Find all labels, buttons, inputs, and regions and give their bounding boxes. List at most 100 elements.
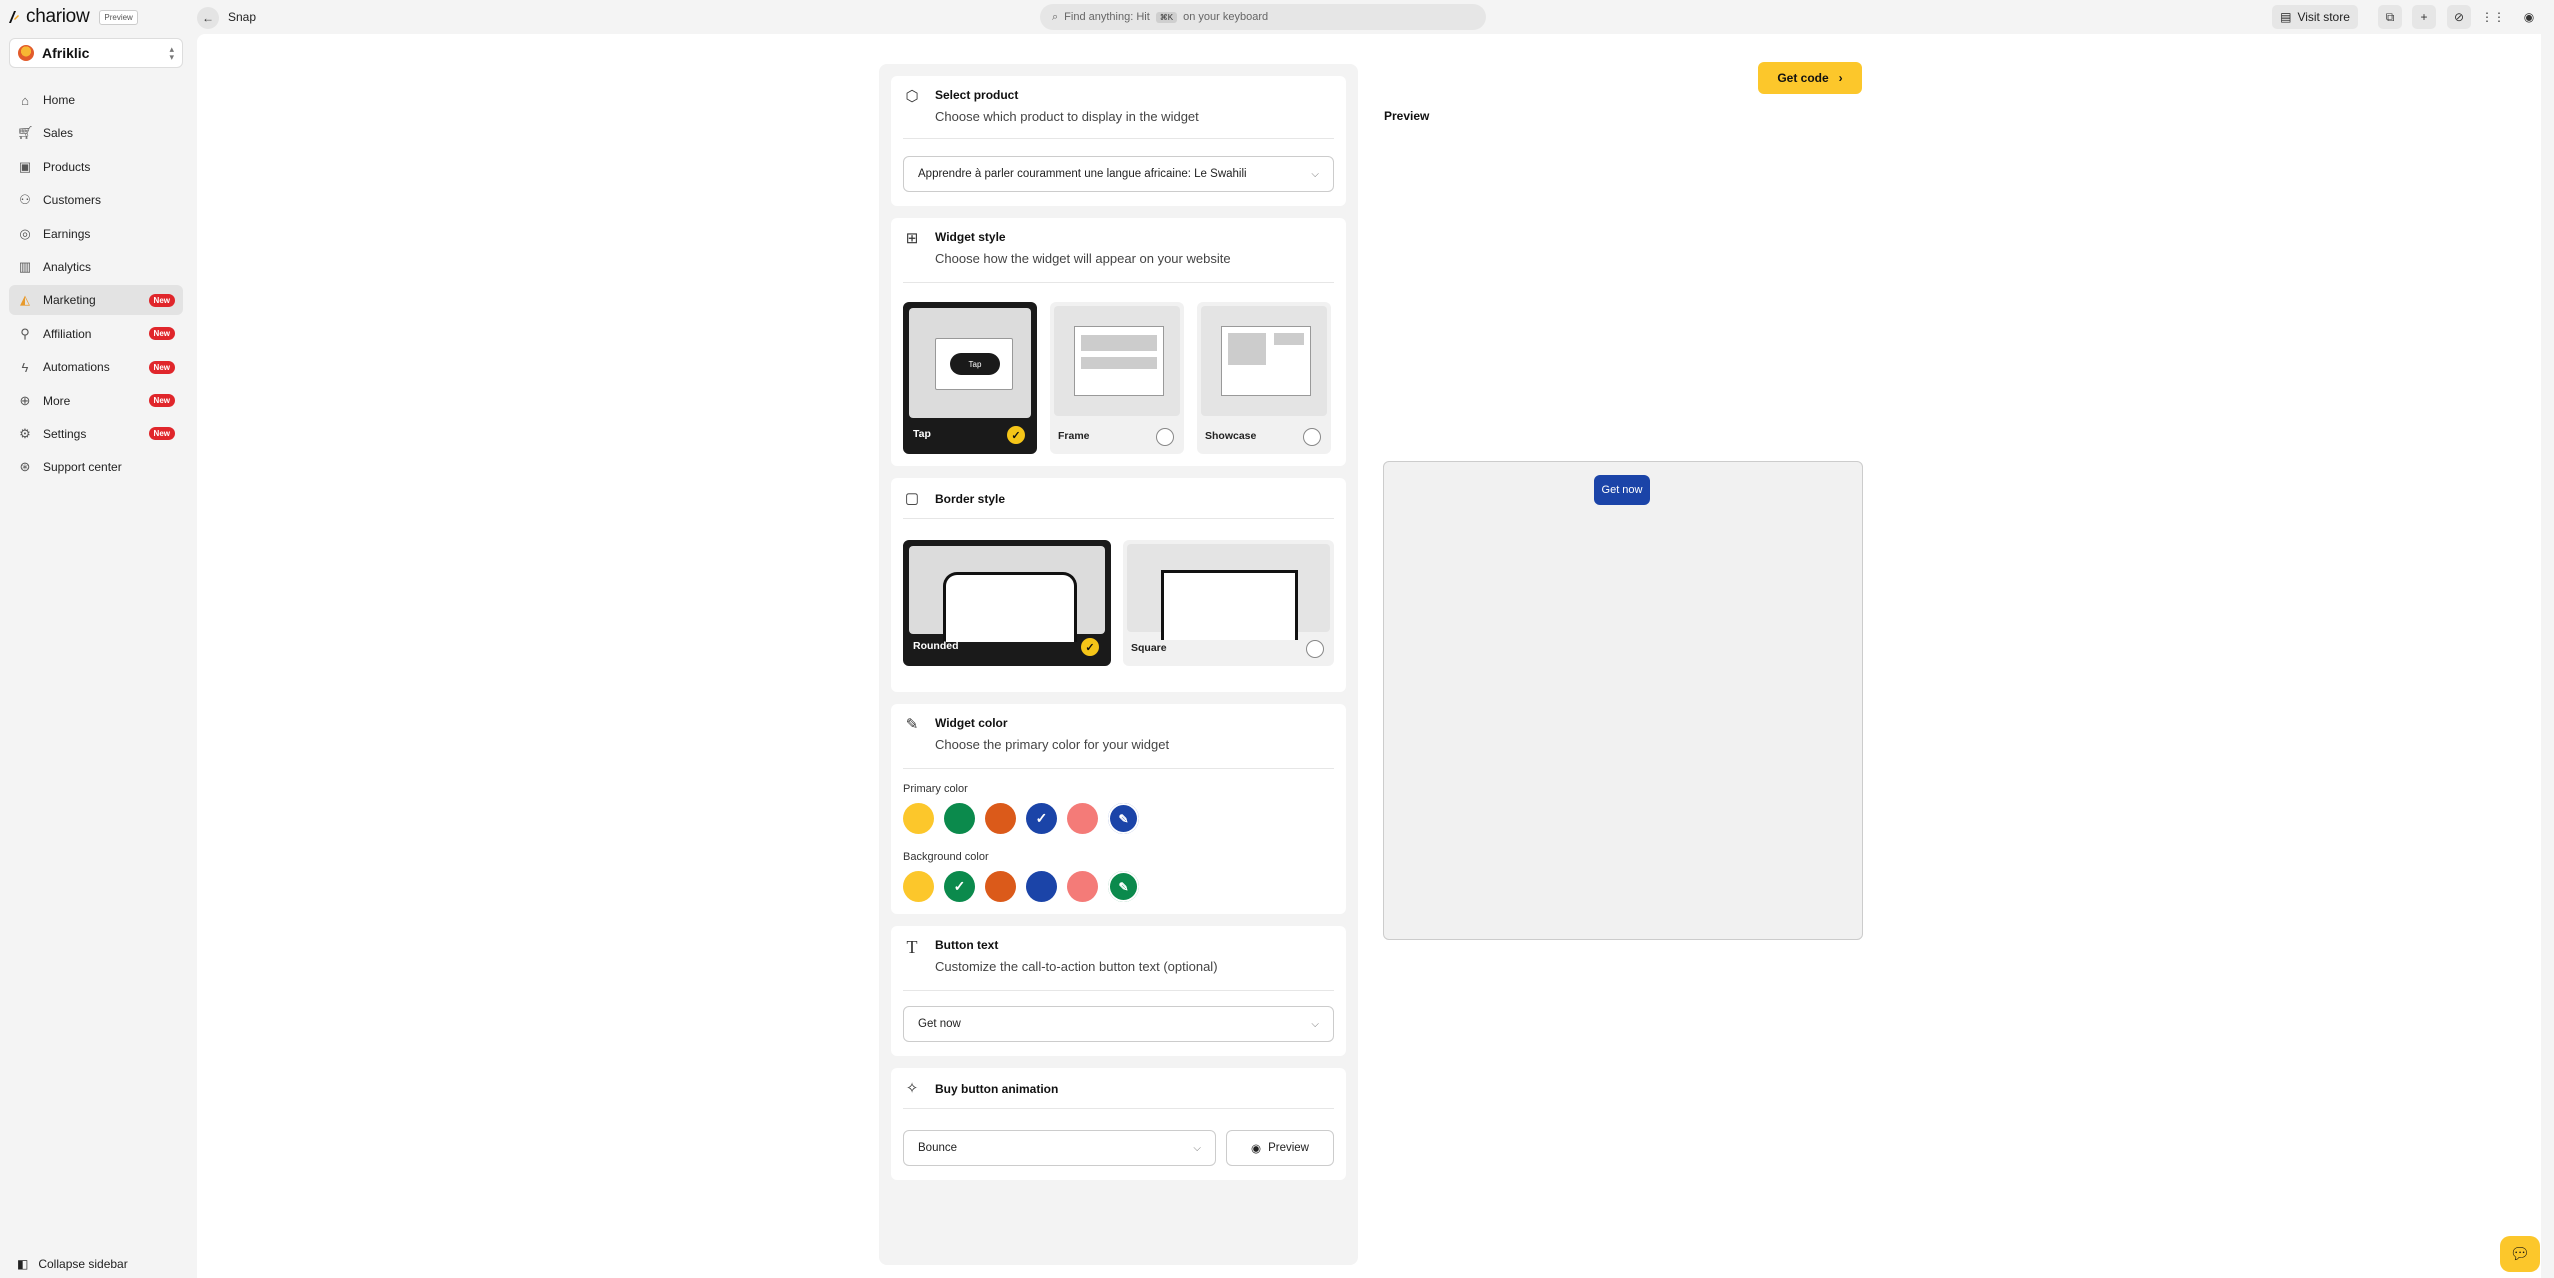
sidebar-item-products[interactable]: ▣ Products	[9, 152, 183, 182]
page-title: Snap	[228, 10, 257, 24]
store-avatar	[18, 45, 34, 61]
sidebar-item-affiliation[interactable]: ⚲ Affiliation New	[9, 319, 183, 349]
animation-select[interactable]: Bounce ⌵	[903, 1130, 1216, 1166]
search-bar[interactable]: ⌕ Find anything: Hit ⌘K on your keyboard	[1040, 4, 1486, 30]
chart-icon: ▥	[18, 258, 32, 274]
home-icon: ⌂	[21, 92, 29, 108]
tap-thumb-button: Tap	[950, 353, 1000, 375]
card-title: Border style	[935, 492, 1006, 506]
selected-check-icon: ✓	[1081, 638, 1099, 656]
divider	[903, 282, 1334, 283]
sidebar-item-settings[interactable]: ⚙ Settings New	[9, 419, 183, 449]
eye-icon: ◉	[1251, 1143, 1262, 1155]
get-code-label: Get code	[1777, 71, 1829, 85]
primary-color-swatch[interactable]	[903, 803, 934, 834]
sidebar-item-marketing[interactable]: ◭ Marketing New	[9, 285, 183, 316]
rounded-thumbnail	[909, 546, 1105, 642]
card-subtitle: Customize the call-to-action button text…	[935, 959, 1218, 974]
background-color-swatch[interactable]: ✓	[944, 871, 975, 902]
pencil-icon: ✎	[1118, 879, 1129, 894]
new-badge: New	[148, 293, 175, 307]
divider	[903, 518, 1334, 519]
button-text-select[interactable]: Get now ⌵	[903, 1006, 1334, 1042]
border-option-square[interactable]: Square	[1123, 540, 1334, 666]
radio-button	[1156, 428, 1174, 446]
square-rounded-icon: ▢	[904, 490, 920, 507]
new-badge: New	[148, 394, 175, 408]
card-title: Select product	[935, 88, 1019, 102]
primary-color-swatch[interactable]	[985, 803, 1016, 834]
style-option-tap[interactable]: Tap Tap ✓	[903, 302, 1037, 454]
widget-config-column: ⬡ Select product Choose which product to…	[879, 64, 1358, 1265]
primary-color-custom-color-picker[interactable]: ✎	[1108, 803, 1139, 834]
background-color-swatch[interactable]	[1067, 871, 1098, 902]
search-suffix: on your keyboard	[1183, 11, 1269, 23]
sidebar-item-earnings[interactable]: ◎ Earnings	[9, 219, 183, 249]
get-code-button[interactable]: Get code ›	[1758, 62, 1862, 94]
style-option-showcase[interactable]: Showcase	[1197, 302, 1331, 454]
add-icon[interactable]: +	[2412, 5, 2436, 29]
product-select[interactable]: Apprendre à parler couramment une langue…	[903, 156, 1334, 192]
primary-color-swatch[interactable]	[1067, 803, 1098, 834]
cart-icon: 🛒︎	[17, 125, 34, 141]
search-placeholder: Find anything: Hit	[1064, 11, 1150, 23]
sparkle-icon: ✧	[905, 1080, 919, 1097]
chat-bubble-icon: 💬︎	[2509, 1246, 2531, 1263]
chevron-down-icon: ⌵	[1311, 168, 1319, 180]
new-badge: New	[148, 327, 175, 341]
copy-icon[interactable]: ⧉	[2378, 5, 2402, 29]
chevron-right-icon: ›	[1838, 71, 1843, 85]
support-icon: ⊛	[19, 459, 31, 475]
coin-icon: ◎	[19, 225, 31, 241]
back-button[interactable]: ←	[197, 7, 219, 29]
primary-color-swatch[interactable]	[944, 803, 975, 834]
style-option-label: Frame	[1058, 430, 1090, 442]
animation-preview-button[interactable]: ◉ Preview	[1226, 1130, 1334, 1166]
sidebar-item-automations[interactable]: ϟ Automations New	[9, 352, 183, 382]
preview-get-now-button[interactable]: Get now	[1594, 475, 1650, 505]
primary-color-label: Primary color	[903, 783, 968, 795]
primary-color-swatch[interactable]: ✓	[1026, 803, 1057, 834]
square-thumbnail	[1127, 544, 1330, 640]
card-title: Button text	[935, 938, 999, 952]
sidebar-item-home[interactable]: ⌂ Home	[9, 85, 183, 115]
brand-name: chariow	[26, 6, 90, 27]
divider	[903, 1108, 1334, 1109]
background-color-swatches: ✓ ✎	[903, 871, 1139, 902]
sidebar-item-more[interactable]: ⊕ More New	[9, 386, 183, 416]
chat-support-button[interactable]: 💬︎	[2500, 1236, 2540, 1272]
background-color-swatch[interactable]	[1026, 871, 1057, 902]
border-style-card: ▢ Border style Rounded ✓ Square	[891, 478, 1346, 692]
box-icon: ▣	[18, 158, 32, 174]
sidebar-item-analytics[interactable]: ▥ Analytics	[9, 252, 183, 282]
frame-thumbnail	[1054, 306, 1180, 416]
showcase-thumbnail	[1201, 306, 1327, 416]
animation-preview-label: Preview	[1268, 1142, 1309, 1154]
store-switcher[interactable]: Afriklic ▴ ▾	[9, 38, 183, 68]
primary-color-swatches: ✓ ✎	[903, 803, 1139, 834]
background-color-swatch[interactable]	[903, 871, 934, 902]
plus-circle-icon: ⊕	[19, 392, 31, 408]
text-type-icon: T	[906, 937, 918, 957]
style-option-frame[interactable]: Frame	[1050, 302, 1184, 454]
apps-grid-icon[interactable]: ⋮⋮	[2481, 5, 2505, 29]
border-option-rounded[interactable]: Rounded ✓	[903, 540, 1111, 666]
sidebar-item-support[interactable]: ⊛ Support center	[9, 452, 183, 482]
sidebar-item-customers[interactable]: ⚇ Customers	[9, 185, 183, 215]
background-color-swatch[interactable]	[985, 871, 1016, 902]
visit-store-button[interactable]: ▤ Visit store	[2272, 5, 2358, 29]
sidebar-item-sales[interactable]: 🛒︎ Sales	[9, 118, 183, 148]
tap-thumbnail: Tap	[909, 308, 1031, 418]
card-subtitle: Choose which product to display in the w…	[935, 109, 1199, 124]
account-icon[interactable]: ◉	[2517, 5, 2541, 29]
sidebar-nav: ⌂ Home 🛒︎ Sales ▣ Products ⚇ Customers ◎ Earn…	[9, 85, 183, 486]
background-color-custom-color-picker[interactable]: ✎	[1108, 871, 1139, 902]
brand-logo[interactable]: chariow Preview	[8, 6, 138, 28]
collapse-sidebar-button[interactable]: ◧ Collapse sidebar	[17, 1257, 128, 1271]
hide-icon[interactable]: ⊘	[2447, 5, 2471, 29]
card-title: Widget style	[935, 230, 1006, 244]
pencil-icon: ✎	[1118, 811, 1129, 826]
style-option-label: Tap	[913, 428, 931, 440]
chevron-down-icon: ⌵	[1311, 1018, 1319, 1030]
style-option-label: Showcase	[1205, 430, 1257, 442]
